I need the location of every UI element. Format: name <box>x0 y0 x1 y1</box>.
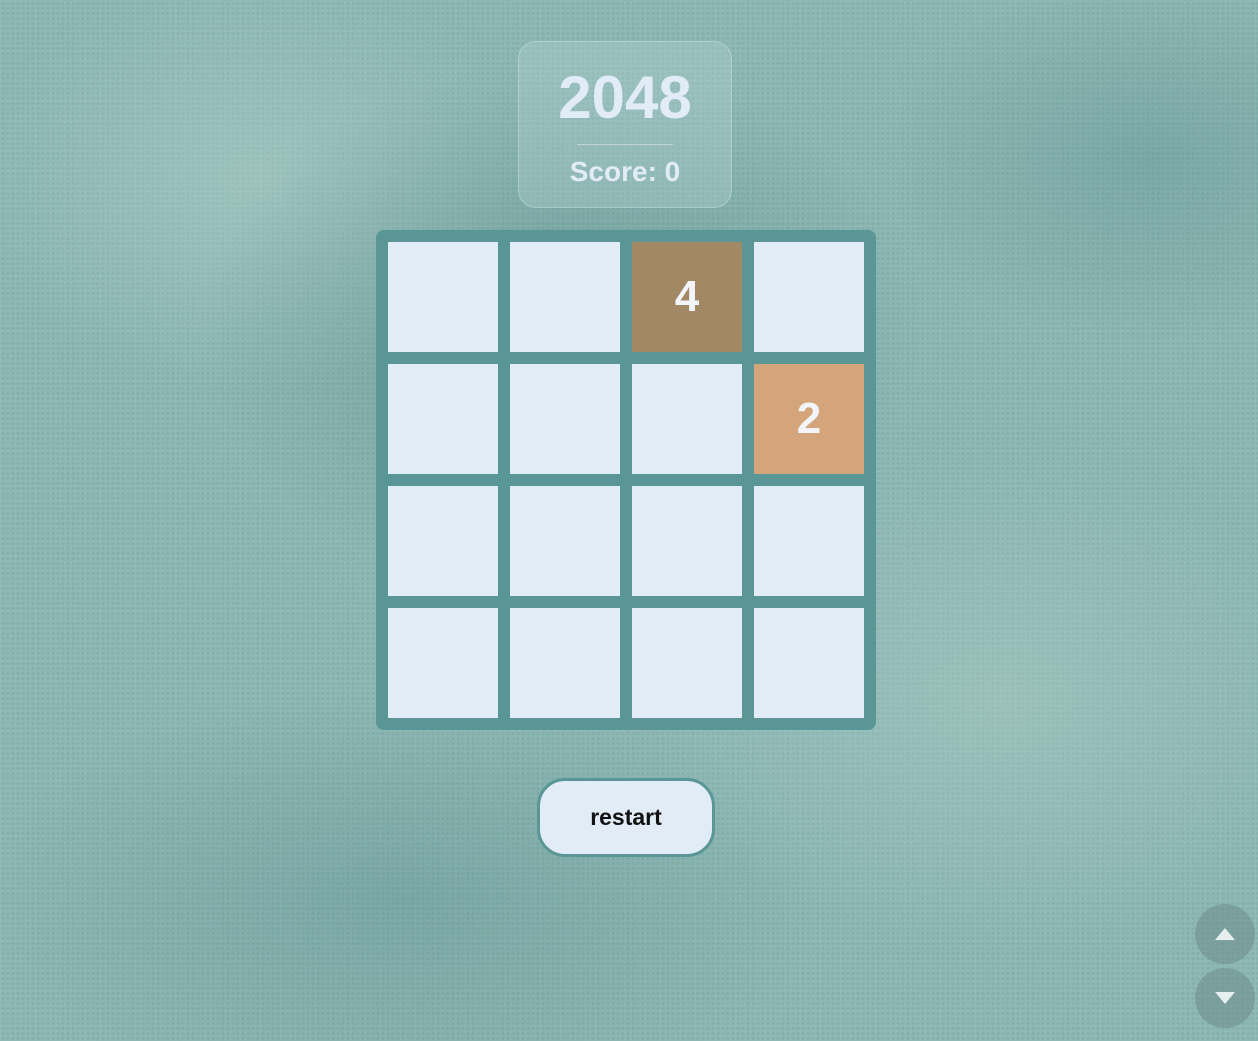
empty-cell <box>510 486 620 596</box>
empty-cell <box>754 242 864 352</box>
empty-cell <box>388 608 498 718</box>
triangle-down-icon <box>1215 992 1235 1004</box>
empty-cell <box>632 608 742 718</box>
empty-cell <box>388 486 498 596</box>
score-divider <box>577 144 673 145</box>
restart-button[interactable]: restart <box>537 778 715 857</box>
empty-cell <box>510 242 620 352</box>
triangle-up-icon <box>1215 928 1235 940</box>
tile-4: 4 <box>632 242 742 352</box>
empty-cell <box>754 608 864 718</box>
tile-2: 2 <box>754 364 864 474</box>
scroll-down-button[interactable] <box>1195 968 1255 1028</box>
game-board[interactable]: 42 <box>376 230 876 730</box>
empty-cell <box>510 364 620 474</box>
score-display: Score: 0 <box>569 156 681 187</box>
score-panel: 2048 Score: 0 <box>518 41 732 208</box>
empty-cell <box>632 364 742 474</box>
game-title: 2048 <box>558 64 692 131</box>
empty-cell <box>754 486 864 596</box>
scroll-up-button[interactable] <box>1195 904 1255 964</box>
empty-cell <box>632 486 742 596</box>
empty-cell <box>388 242 498 352</box>
empty-cell <box>388 364 498 474</box>
empty-cell <box>510 608 620 718</box>
